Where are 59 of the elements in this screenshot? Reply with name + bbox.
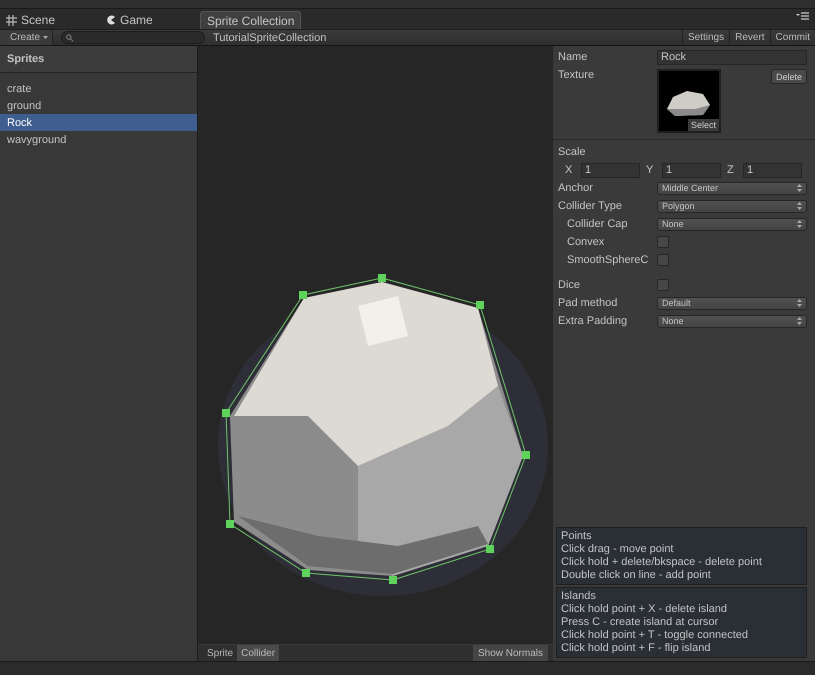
create-dropdown[interactable]: Create (0, 30, 54, 45)
axis-label: Z (727, 164, 735, 176)
show-normals-button[interactable]: Show Normals (472, 645, 548, 661)
up-down-arrows-icon (797, 202, 802, 210)
field-label: Scale (558, 146, 587, 158)
sprite-list-item[interactable]: wavyground (0, 131, 197, 148)
field-label: Extra Padding (558, 315, 628, 327)
help-box: Points Click drag - move point Click hold + delete/bkspace - delete point Double click on line - add point (556, 527, 807, 585)
field-label: Dice (558, 279, 582, 291)
field-label: Collider Type (558, 200, 623, 212)
axis-label: Y (646, 164, 654, 176)
field-label: Name (558, 51, 588, 63)
help-box: Islands Click hold point + X - delete island Press C - create island at cursor Click hold point + T - toggle connected Click hold point + F - flip island (556, 587, 807, 658)
scale-field[interactable]: 1 (662, 162, 721, 178)
up-down-arrows-icon (797, 220, 802, 228)
pacman-icon (106, 15, 116, 25)
up-down-arrows-icon (797, 184, 802, 192)
rock-icon (665, 89, 711, 117)
toolbar-button[interactable]: Commit (770, 30, 815, 45)
scale-field[interactable]: 1 (581, 162, 640, 178)
view-tab[interactable]: Collider (237, 645, 280, 661)
checkbox[interactable] (657, 236, 669, 248)
sprites-header: Sprites (0, 46, 197, 73)
field-label: SmoothSphereC (566, 254, 650, 266)
field-label: Texture (558, 69, 596, 83)
up-down-arrows-icon (797, 317, 802, 325)
sprite-list-item[interactable]: ground (0, 97, 197, 114)
window-tab[interactable]: Scene (0, 11, 100, 29)
dropdown[interactable]: None (657, 314, 807, 328)
scale-field[interactable]: 1 (743, 162, 802, 178)
axis-label: X (565, 164, 574, 176)
texture-thumbnail[interactable]: Select (657, 69, 721, 133)
name-field[interactable]: Rock (657, 50, 807, 64)
caret-icon (43, 36, 48, 39)
view-tab[interactable]: Sprite (203, 645, 238, 661)
window-tab[interactable]: Sprite Collection (200, 11, 302, 29)
menu-icon[interactable] (796, 12, 809, 20)
dropdown[interactable]: None (657, 218, 807, 230)
select-button[interactable]: Select (688, 119, 719, 131)
checkbox[interactable] (657, 279, 669, 291)
dropdown[interactable]: Middle Center (657, 182, 807, 194)
checkbox[interactable] (657, 254, 669, 266)
sprite-list-item[interactable]: crate (0, 80, 197, 97)
up-down-arrows-icon (797, 299, 802, 307)
delete-button[interactable]: Delete (770, 69, 807, 84)
collection-name: TutorialSpriteCollection (213, 32, 328, 44)
field-label: Convex (566, 236, 606, 248)
search-field[interactable] (61, 31, 206, 44)
field-label: Pad method (558, 297, 618, 309)
grid-icon (6, 14, 17, 26)
toolbar-button[interactable]: Revert (729, 30, 770, 45)
dropdown[interactable]: Default (657, 296, 807, 310)
field-label: Collider Cap (566, 218, 629, 230)
dropdown[interactable]: Polygon (657, 200, 807, 212)
window-tab[interactable]: Game (100, 11, 200, 29)
toolbar-button[interactable]: Settings (682, 30, 730, 45)
search-icon (66, 34, 74, 42)
field-label: Anchor (558, 182, 594, 194)
sprite-list-item[interactable]: Rock (0, 114, 197, 131)
